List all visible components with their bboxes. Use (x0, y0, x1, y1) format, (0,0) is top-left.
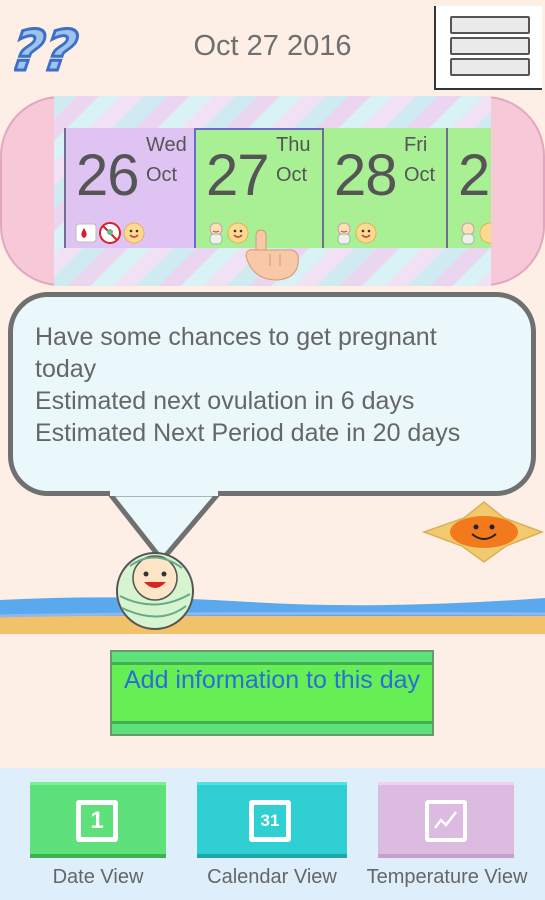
baby-icon (209, 222, 223, 245)
day-strip[interactable]: 26 Wed Oct 27 Thu Oct 28 Fri Oct 2 (54, 96, 491, 286)
help-icon[interactable]: ?? (6, 18, 94, 86)
day-cell-28[interactable]: 28 Fri Oct (322, 128, 446, 248)
bottom-nav: 1 Date View 31 Calendar View Temperature… (0, 768, 545, 900)
day-weekday: Thu (276, 134, 311, 156)
nav-label: Calendar View (207, 866, 337, 888)
page-title: Oct 27 2016 (193, 30, 352, 62)
blood-drop-icon (75, 223, 97, 243)
day-number: 28 (334, 143, 398, 208)
nav-date-view[interactable]: 1 Date View (30, 782, 166, 894)
speech-bubble: Have some chances to get pregnant today … (8, 292, 536, 496)
day-cell-26[interactable]: 26 Wed Oct (64, 128, 194, 248)
day-number: 27 (206, 143, 270, 208)
message-line: Estimated Next Period date in 20 days (35, 419, 461, 447)
calendar-view-icon: 31 (249, 800, 291, 842)
message-line: today (35, 355, 97, 383)
bubble-tail (107, 491, 221, 563)
menu-button[interactable] (434, 6, 542, 90)
message-text: Have some chances to get pregnant today … (35, 321, 515, 449)
nav-temperature-view[interactable]: Temperature View (367, 782, 527, 894)
day-scroller[interactable]: 26 Wed Oct 27 Thu Oct 28 Fri Oct 2 (0, 96, 545, 286)
day-icons (332, 220, 392, 245)
day-icons (456, 220, 491, 245)
baby-icon (461, 222, 475, 245)
nav-tile (378, 782, 514, 858)
smiley-icon (123, 222, 145, 244)
menu-bar (450, 58, 530, 76)
message-line: Estimated next ovulation in 6 days (35, 387, 415, 415)
day-cell-29[interactable]: 2 (446, 128, 491, 248)
pointing-hand-icon (242, 226, 302, 282)
menu-bar (450, 37, 530, 55)
sun-icon (421, 501, 545, 563)
menu-bar (450, 16, 530, 34)
top-bar: ?? Oct 27 2016 (0, 0, 545, 92)
day-month: Oct (276, 164, 308, 186)
nav-tile: 1 (30, 782, 166, 858)
smiley-icon (479, 222, 491, 244)
water-strip (0, 597, 545, 620)
date-view-icon: 1 (76, 800, 118, 842)
day-icons (74, 220, 154, 244)
chart-icon (425, 800, 467, 842)
nav-label: Temperature View (366, 866, 528, 888)
nav-tile: 31 (197, 782, 347, 858)
day-number: 26 (76, 143, 140, 208)
day-month: Oct (146, 164, 178, 186)
day-number: 2 (458, 143, 490, 208)
message-line: Have some chances to get pregnant (35, 323, 437, 351)
smiley-icon (355, 222, 377, 244)
sand-strip (0, 616, 545, 634)
day-weekday: Fri (404, 134, 428, 156)
add-information-label: Add information to this day (124, 666, 420, 694)
no-intercourse-icon (99, 222, 121, 244)
add-information-button[interactable]: Add information to this day (110, 650, 434, 736)
day-weekday: Wed (146, 134, 187, 156)
nav-label: Date View (52, 866, 144, 888)
nav-calendar-view[interactable]: 31 Calendar View (197, 782, 347, 894)
baby-character-icon (116, 552, 194, 630)
day-month: Oct (404, 164, 436, 186)
svg-text:??: ?? (14, 22, 81, 76)
baby-icon (337, 222, 351, 245)
